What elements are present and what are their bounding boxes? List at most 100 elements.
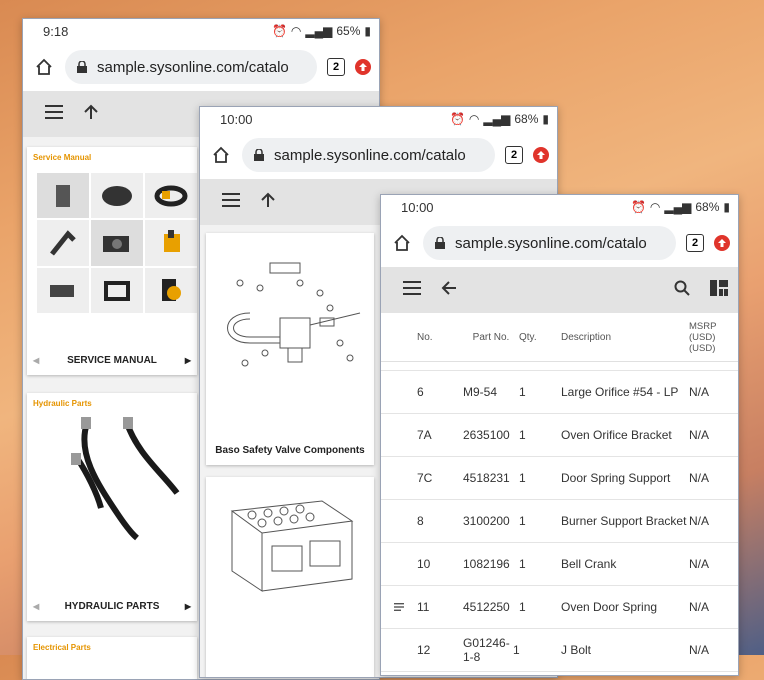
status-icons: ⏰ ◠ ▂▄▆ 68% ▮ <box>450 112 549 126</box>
col-header-no[interactable]: No. <box>417 332 463 343</box>
update-icon[interactable] <box>355 59 371 75</box>
col-header-msrp[interactable]: MSRP (USD) (USD) <box>689 321 735 354</box>
address-field[interactable]: sample.sysonline.com/catalo <box>242 138 495 172</box>
catalog-card-service-manual[interactable]: Service Manual ◀ SERVICE MANUAL ▶ <box>27 147 197 375</box>
table-header: No. Part No. Qty. Description MSRP (USD)… <box>381 313 738 362</box>
browser-url-bar: sample.sysonline.com/catalo 2 <box>200 131 557 179</box>
status-bar: 10:00 ⏰ ◠ ▂▄▆ 68% ▮ <box>200 107 557 131</box>
cell-msrp: N/A <box>689 514 710 528</box>
home-icon[interactable] <box>391 232 413 254</box>
battery-percent: 65% <box>336 24 361 38</box>
cell-msrp: N/A <box>689 600 710 614</box>
card-footer: Baso Safety Valve Components <box>206 435 374 465</box>
cell-description: Large Orifice #54 - LP <box>561 385 679 399</box>
cell-qty: 1 <box>519 428 526 442</box>
assembly-card-range[interactable] <box>206 477 374 677</box>
address-field[interactable]: sample.sysonline.com/catalo <box>65 50 317 84</box>
tab-count-button[interactable]: 2 <box>505 146 523 164</box>
update-icon[interactable] <box>533 147 549 163</box>
table-row[interactable]: 11 4512250 1 Oven Door Spring N/A <box>381 586 738 629</box>
phone-screen-3: 10:00 ⏰ ◠ ▂▄▆ 68% ▮ sample.sysonline.com… <box>380 194 739 676</box>
arrow-up-icon[interactable] <box>260 192 276 213</box>
cell-description: Oven Orifice Bracket <box>561 428 672 442</box>
carousel-next-icon[interactable]: ▶ <box>185 356 191 365</box>
cell-part-no: 2635100 <box>463 428 510 442</box>
card-footer: ◀ HYDRAULIC PARTS ▶ <box>27 591 197 621</box>
cell-description: Door Spring Support <box>561 471 671 485</box>
table-row[interactable]: 7C 4518231 1 Door Spring Support N/A <box>381 457 738 500</box>
hamburger-menu-icon[interactable] <box>222 192 240 212</box>
browser-url-bar: sample.sysonline.com/catalo 2 <box>23 43 379 91</box>
arrow-up-icon[interactable] <box>83 104 99 125</box>
cell-msrp: N/A <box>689 385 710 399</box>
signal-icon: ▂▄▆ <box>664 200 692 214</box>
battery-percent: 68% <box>514 112 539 126</box>
table-row[interactable]: 6 M9-54 1 Large Orifice #54 - LP N/A <box>381 371 738 414</box>
cell-description: Bell Crank <box>561 557 617 571</box>
cell-qty: 1 <box>519 471 526 485</box>
range-diagram <box>212 491 362 611</box>
battery-icon: ▮ <box>723 200 730 214</box>
cell-part-no: G01246-1-8 <box>463 636 510 664</box>
update-icon[interactable] <box>714 235 730 251</box>
cell-part-no: 4518231 <box>463 471 510 485</box>
signal-icon: ▂▄▆ <box>483 112 511 126</box>
battery-icon: ▮ <box>364 24 371 38</box>
cell-no: 10 <box>417 557 431 571</box>
cell-qty: 1 <box>519 385 526 399</box>
cell-msrp: N/A <box>689 428 710 442</box>
col-header-qty[interactable]: Qty. <box>519 332 561 343</box>
status-time: 9:18 <box>43 23 69 39</box>
safety-valve-diagram <box>210 253 370 413</box>
cell-qty: 1 <box>519 600 526 614</box>
carousel-prev-icon[interactable]: ◀ <box>33 356 39 365</box>
lock-icon <box>254 149 264 161</box>
address-field[interactable]: sample.sysonline.com/catalo <box>423 226 676 260</box>
service-manual-thumbnail-grid <box>37 173 197 313</box>
carousel-prev-icon[interactable]: ◀ <box>33 602 39 611</box>
home-icon[interactable] <box>210 144 232 166</box>
tab-count-button[interactable]: 2 <box>686 234 704 252</box>
status-icons: ⏰ ◠ ▂▄▆ 65% ▮ <box>272 24 371 38</box>
cell-no: 7A <box>417 428 432 442</box>
grid-view-icon[interactable] <box>710 279 728 301</box>
cell-description: Oven Door Spring <box>561 600 658 614</box>
signal-icon: ▂▄▆ <box>305 24 333 38</box>
col-header-description[interactable]: Description <box>561 332 689 343</box>
wifi-icon: ◠ <box>468 112 480 126</box>
carousel-next-icon[interactable]: ▶ <box>185 602 191 611</box>
wifi-icon: ◠ <box>290 24 302 38</box>
hamburger-menu-icon[interactable] <box>403 280 421 300</box>
card-category: Service Manual <box>33 153 92 162</box>
table-row[interactable]: 7A 2635100 1 Oven Orifice Bracket N/A <box>381 414 738 457</box>
row-menu-icon[interactable] <box>381 603 417 611</box>
col-header-part-no[interactable]: Part No. <box>463 331 519 344</box>
cell-no: 11 <box>417 600 430 614</box>
card-title: HYDRAULIC PARTS <box>64 600 160 612</box>
cell-no: 6 <box>417 385 424 399</box>
wifi-icon: ◠ <box>649 200 661 214</box>
hamburger-menu-icon[interactable] <box>45 104 63 124</box>
arrow-back-icon[interactable] <box>441 280 457 301</box>
battery-percent: 68% <box>695 200 720 214</box>
cell-msrp: N/A <box>689 471 710 485</box>
catalog-card-electrical-parts[interactable]: Electrical Parts <box>27 637 197 679</box>
lock-icon <box>77 61 87 73</box>
search-icon[interactable] <box>674 280 690 301</box>
status-bar: 10:00 ⏰ ◠ ▂▄▆ 68% ▮ <box>381 195 738 219</box>
battery-icon: ▮ <box>542 112 549 126</box>
assembly-card-safety-valve[interactable]: Baso Safety Valve Components <box>206 233 374 465</box>
table-row[interactable]: 8 3100200 1 Burner Support Bracket N/A <box>381 500 738 543</box>
cell-msrp: N/A <box>689 557 710 571</box>
tab-count-button[interactable]: 2 <box>327 58 345 76</box>
status-bar: 9:18 ⏰ ◠ ▂▄▆ 65% ▮ <box>23 19 379 43</box>
table-row[interactable]: 10 1082196 1 Bell Crank N/A <box>381 543 738 586</box>
table-row[interactable]: 12 G01246-1-8 1 J Bolt N/A <box>381 629 738 672</box>
home-icon[interactable] <box>33 56 55 78</box>
lock-icon <box>435 237 445 249</box>
alarm-icon: ⏰ <box>271 24 287 38</box>
card-title: Baso Safety Valve Components <box>215 444 365 456</box>
status-time: 10:00 <box>220 111 253 127</box>
cell-qty: 1 <box>519 514 526 528</box>
catalog-card-hydraulic-parts[interactable]: Hydraulic Parts ◀ HYDRAULIC PARTS ▶ <box>27 393 197 621</box>
